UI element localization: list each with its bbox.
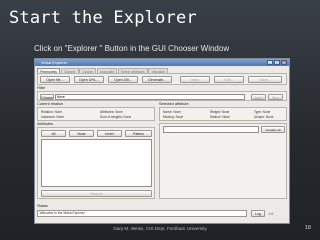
attribute-type-value: Type: None (254, 109, 271, 114)
instances-value: Instances: None (41, 114, 65, 119)
attributes-panel: All None Invert Pattern Remove (37, 127, 155, 199)
toolbar: Open file... Open URL... Open DB... Gene… (37, 73, 287, 85)
slide-footer: Gary M. Weiss, CIS Dept, Fordham Univers… (113, 226, 207, 231)
slide-page-number: 18 (304, 225, 311, 231)
maximize-icon[interactable]: □ (274, 60, 280, 65)
attribute-name-value: Name: None (163, 109, 181, 114)
open-file-button[interactable]: Open file... (40, 76, 70, 83)
status-section-label: Status (37, 204, 48, 208)
choose-filter-button[interactable]: Choose (40, 93, 54, 100)
open-url-button[interactable]: Open URL... (74, 76, 104, 83)
attribute-missing-value: Missing: None (163, 114, 184, 119)
filter-panel: Choose None Apply Stop (37, 91, 287, 101)
selected-attribute-panel: Name: None Missing: None Weight: None Di… (159, 107, 287, 121)
minimize-icon[interactable]: – (267, 60, 273, 65)
attribute-unique-value: Unique: None (254, 114, 274, 119)
weka-status-count: x 0 (269, 211, 274, 216)
save-button[interactable]: Save... (248, 76, 282, 83)
slide-subtitle: Click on "Explorer " Button in the GUI C… (34, 44, 230, 53)
attributes-none-button[interactable]: None (69, 130, 94, 137)
current-relation-label: Current relation (37, 102, 64, 106)
attributes-pattern-button[interactable]: Pattern (125, 130, 152, 137)
remove-button[interactable]: Remove (41, 190, 152, 197)
attribute-visualization-panel: Visualize All (159, 123, 287, 199)
window-titlebar[interactable]: Weka Explorer – □ × (35, 59, 289, 66)
slide-title: Start the Explorer (9, 8, 197, 28)
filter-section-label: Filter (37, 86, 46, 90)
close-icon[interactable]: × (281, 60, 287, 65)
current-relation-panel: Relation: None Instances: None Attribute… (37, 107, 155, 121)
open-db-button[interactable]: Open DB... (108, 76, 138, 83)
attributes-invert-button[interactable]: Invert (97, 130, 122, 137)
edit-button[interactable]: Edit... (214, 76, 244, 83)
class-attribute-select[interactable] (163, 126, 259, 133)
attributes-section-label: Attributes (37, 122, 54, 126)
status-message: Welcome to the Weka Explorer (37, 210, 247, 217)
relation-value: Relation: None (41, 109, 63, 114)
window-title: Weka Explorer (41, 59, 68, 65)
undo-button[interactable]: Undo (180, 76, 210, 83)
attributes-all-button[interactable]: All (41, 130, 66, 137)
attributes-list[interactable] (41, 139, 152, 187)
log-button[interactable]: Log (251, 210, 265, 217)
attribute-distinct-value: Distinct: None (210, 114, 230, 119)
filter-field[interactable]: None (55, 93, 245, 100)
attribute-weight-value: Weight: None (210, 109, 230, 114)
sum-of-weights-value: Sum of weights: None (100, 114, 132, 119)
attributes-count-value: Attributes: None (100, 109, 123, 114)
generate-button[interactable]: Generate... (142, 76, 172, 83)
stop-button[interactable]: Stop (268, 93, 283, 100)
selected-attribute-label: Selected attribute (159, 102, 189, 106)
weka-explorer-window: Weka Explorer – □ × Preprocess Classify … (34, 58, 290, 224)
visualize-all-button[interactable]: Visualize All (261, 126, 285, 133)
apply-button[interactable]: Apply (251, 93, 266, 100)
